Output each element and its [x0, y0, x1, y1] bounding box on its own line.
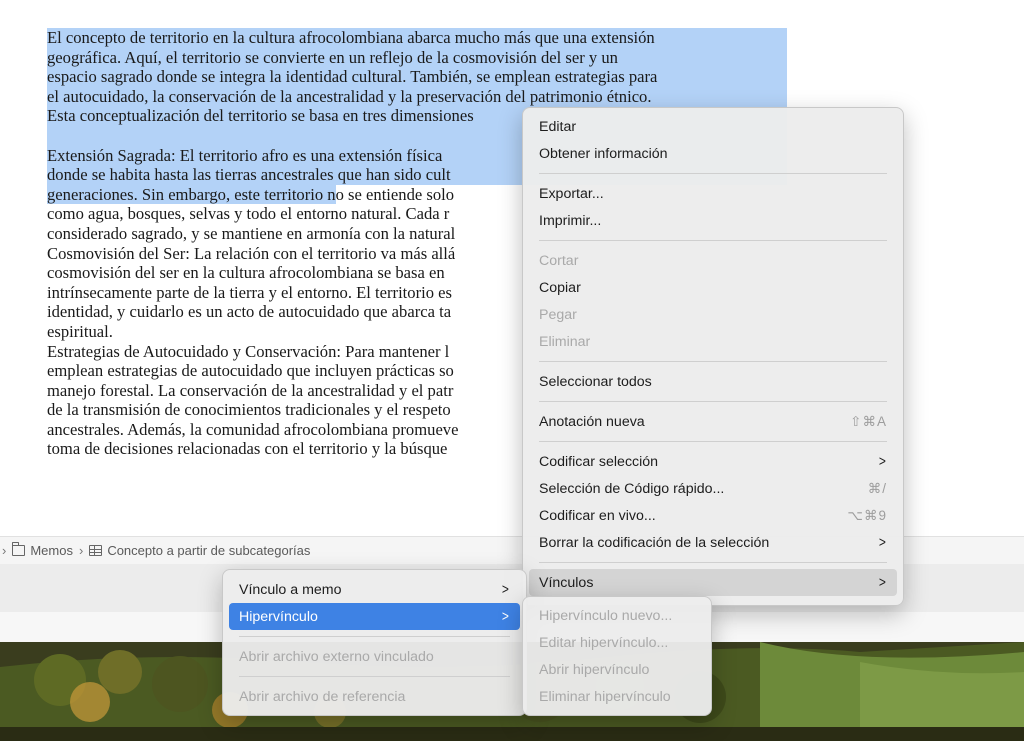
menu-separator [239, 636, 510, 637]
menu-separator [539, 562, 887, 563]
menu-item-borrar-codificacion[interactable]: Borrar la codificación de la selección > [529, 529, 897, 556]
text-line: El concepto de territorio en la cultura … [47, 28, 807, 48]
text-line: geográfica. Aquí, el territorio se convi… [47, 47, 807, 68]
menu-item-editar-hipervinculo: Editar hipervínculo... [539, 634, 669, 651]
menu-item-hipervinculo-nuevo: Hipervínculo nuevo... [539, 607, 673, 624]
menu-item-vinculos[interactable]: Vínculos > [529, 569, 897, 596]
menu-item-pegar: Pegar [539, 306, 577, 323]
menu-separator [539, 441, 887, 442]
menu-item-obtener-informacion[interactable]: Obtener información [529, 140, 897, 167]
text-line: el autocuidado, la conservación de la an… [47, 86, 807, 107]
menu-separator [539, 240, 887, 241]
menu-item-hipervinculo[interactable]: Hipervínculo > [229, 603, 520, 630]
menu-separator [539, 173, 887, 174]
menu-item-codigo-rapido[interactable]: Selección de Código rápido... ⌘/ [529, 475, 897, 502]
menu-item-anotacion-nueva[interactable]: Anotación nueva ⇧⌘A [529, 408, 897, 435]
menu-item-eliminar: Eliminar [539, 333, 591, 350]
chevron-right-icon: > [502, 581, 510, 598]
chevron-right-icon: > [502, 608, 510, 625]
menu-separator [239, 676, 510, 677]
menu-item-eliminar-hipervinculo: Eliminar hipervínculo [539, 688, 671, 705]
menu-item-codificar-en-vivo[interactable]: Codificar en vivo... ⌥⌘9 [529, 502, 897, 529]
menu-item-cortar: Cortar [539, 252, 579, 269]
menu-item-abrir-hipervinculo: Abrir hipervínculo [539, 661, 650, 678]
shortcut-label: ⇧⌘A [850, 413, 887, 429]
vinculos-submenu: Vínculo a memo > Hipervínculo > Abrir arch… [222, 569, 527, 716]
text-line: espacio sagrado donde se integra la iden… [47, 67, 807, 87]
menu-separator [539, 361, 887, 362]
chevron-right-icon: > [879, 534, 887, 551]
breadcrumb-item-memo[interactable]: Concepto a partir de subcategorías [107, 543, 310, 558]
menu-separator [539, 401, 887, 402]
shortcut-label: ⌘/ [867, 480, 887, 496]
table-icon [89, 545, 103, 556]
hipervinculo-submenu: Hipervínculo nuevo... Editar hipervíncul… [522, 596, 712, 716]
breadcrumb-item-memos[interactable]: Memos [30, 543, 73, 558]
breadcrumb-separator: › [78, 543, 84, 558]
shortcut-label: ⌥⌘9 [847, 507, 887, 523]
folder-icon [12, 542, 26, 556]
menu-item-abrir-archivo-externo: Abrir archivo externo vinculado [239, 648, 434, 665]
menu-item-exportar[interactable]: Exportar... [529, 180, 897, 207]
breadcrumb-separator: › [2, 543, 7, 558]
menu-item-seleccionar-todos[interactable]: Seleccionar todos [529, 368, 897, 395]
menu-item-copiar[interactable]: Copiar [529, 274, 897, 301]
context-menu: Editar Obtener información Exportar... I… [522, 107, 904, 606]
chevron-right-icon: > [879, 574, 887, 591]
menu-item-editar[interactable]: Editar [529, 113, 897, 140]
menu-item-abrir-archivo-referencia: Abrir archivo de referencia [239, 688, 406, 705]
menu-item-vinculo-a-memo[interactable]: Vínculo a memo > [229, 576, 520, 603]
menu-item-imprimir[interactable]: Imprimir... [529, 207, 897, 234]
chevron-right-icon: > [879, 453, 887, 470]
menu-item-codificar-seleccion[interactable]: Codificar selección > [529, 448, 897, 475]
